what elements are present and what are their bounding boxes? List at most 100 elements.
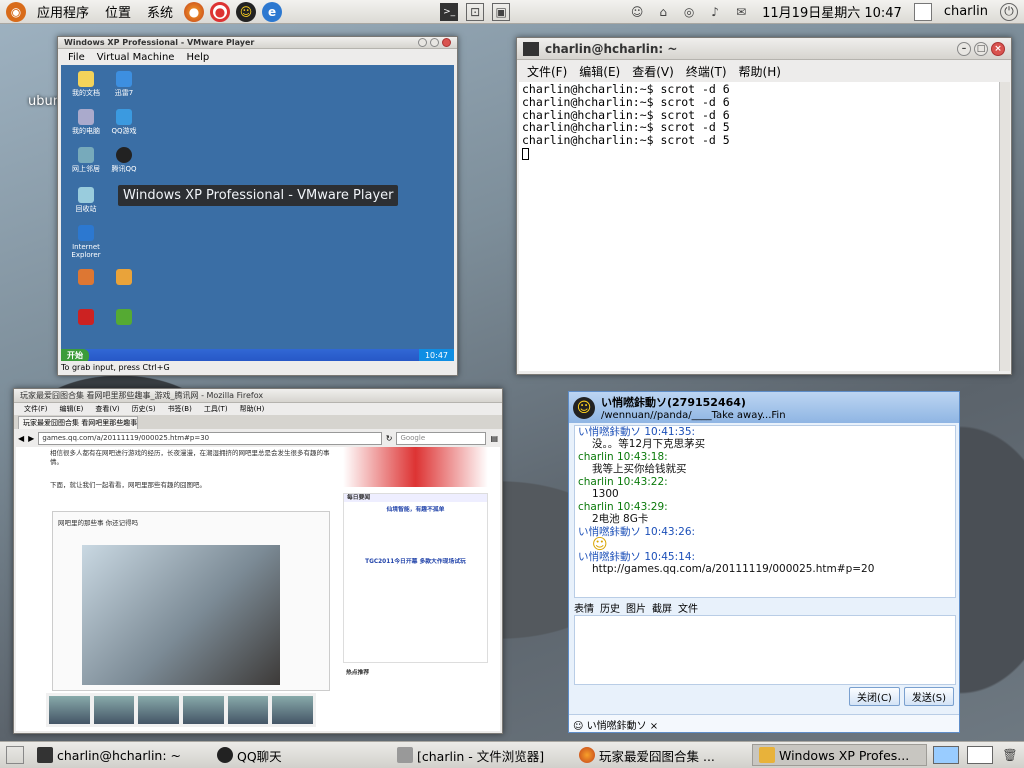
menu-applications[interactable]: 应用程序 xyxy=(29,2,97,21)
user-name[interactable]: charlin xyxy=(936,4,996,19)
vm-desktop-icon[interactable] xyxy=(99,269,149,287)
window-tool-icon[interactable]: ▣ xyxy=(492,2,511,21)
maximize-icon[interactable] xyxy=(430,38,439,47)
firefox-titlebar[interactable]: 玩家最爱囧图合集 看网吧里那些趣事_游戏_腾讯网 - Mozilla Firef… xyxy=(14,389,502,403)
network-icon[interactable]: ⌂ xyxy=(654,3,672,21)
taskbar-item-qq[interactable]: QQ聊天 xyxy=(210,744,388,766)
firefox-tab[interactable]: 玩家最爱囧图合集 看网吧里那些趣事 xyxy=(18,416,138,429)
article-image[interactable] xyxy=(82,545,280,685)
ff-menu-edit[interactable]: 编辑(E) xyxy=(54,404,90,414)
firefox-window[interactable]: 玩家最爱囧图合集 看网吧里那些趣事_游戏_腾讯网 - Mozilla Firef… xyxy=(13,388,503,734)
sidebar-headline[interactable]: TGC2011今日开幕 多款大作现场试玩 xyxy=(344,558,487,566)
workspace-switcher-icon[interactable] xyxy=(933,746,959,764)
sidebar-headline[interactable]: 仙境智能，有趣不孤单 xyxy=(344,506,487,514)
terminal-menu-view[interactable]: 查看(V) xyxy=(626,63,680,80)
history-button[interactable]: 历史 xyxy=(600,600,620,615)
vm-desktop-icon[interactable]: 迅雷7 xyxy=(99,71,149,97)
search-input[interactable]: Google xyxy=(396,431,487,445)
menu-places[interactable]: 位置 xyxy=(97,2,139,21)
ff-menu-help[interactable]: 帮助(H) xyxy=(234,404,271,414)
vm-menu-help[interactable]: Help xyxy=(180,52,215,63)
mail-icon[interactable]: ✉ xyxy=(732,3,750,21)
terminal-launcher-icon[interactable]: >_ xyxy=(440,2,459,21)
file-button[interactable]: 文件 xyxy=(678,600,698,615)
close-icon[interactable]: × xyxy=(991,41,1005,56)
terminal-window[interactable]: charlin@hcharlin: ~ – □ × 文件(F) 编辑(E) 查看(V… xyxy=(516,37,1012,375)
thumbnail-strip[interactable] xyxy=(46,693,316,727)
taskbar-item-firefox[interactable]: 玩家最爱囧图合集 ... xyxy=(572,744,750,766)
vm-guest-screen[interactable]: 我的文档 迅雷7 我的电脑 QQ游戏 回收站 Internet Explorer… xyxy=(61,65,454,363)
message-input[interactable] xyxy=(574,615,956,685)
terminal-titlebar[interactable]: charlin@hcharlin: ~ – □ × xyxy=(517,38,1011,60)
terminal-menu-help[interactable]: 帮助(H) xyxy=(733,63,787,80)
vm-desktop-icon[interactable]: 腾讯QQ xyxy=(99,147,149,173)
firefox-launcher-icon[interactable]: ● xyxy=(184,1,205,22)
ff-menu-view[interactable]: 查看(V) xyxy=(89,404,125,414)
trash-icon[interactable]: 🗑 xyxy=(1001,746,1019,764)
vm-desktop-icon[interactable]: Internet Explorer xyxy=(61,225,111,259)
volume-icon[interactable]: ♪ xyxy=(706,3,724,21)
vm-menu-virtual-machine[interactable]: Virtual Machine xyxy=(91,52,181,63)
back-icon[interactable]: ◀ xyxy=(18,434,24,443)
terminal-scrollbar[interactable] xyxy=(999,82,1010,371)
thumbnail[interactable] xyxy=(227,696,269,724)
terminal-menu-terminal[interactable]: 终端(T) xyxy=(680,63,733,80)
vm-menu-file[interactable]: File xyxy=(62,52,91,63)
minimize-icon[interactable] xyxy=(418,38,427,47)
qq-launcher-icon[interactable]: ☺ xyxy=(236,1,257,22)
thumbnail[interactable] xyxy=(49,696,90,724)
minimize-icon[interactable]: – xyxy=(957,41,971,56)
close-button[interactable]: 关闭(C) xyxy=(849,687,900,706)
screenshot-tool-icon[interactable]: ⊡ xyxy=(466,2,485,21)
ff-menu-bookmarks[interactable]: 书签(B) xyxy=(162,404,198,414)
chat-history[interactable]: い悄嘫鉲動ソ 10:41:35: 没。。等12月下克思茅买 charlin 10:4… xyxy=(574,425,956,598)
vm-desktop-icon[interactable] xyxy=(99,309,149,327)
close-icon[interactable]: × xyxy=(650,721,658,732)
bookmarks-icon[interactable]: ▤ xyxy=(490,434,498,443)
help-launcher-icon[interactable]: ● xyxy=(210,1,231,22)
chat-tab[interactable]: ☺ い悄嘫鉲動ソ × xyxy=(569,714,959,732)
qq-header[interactable]: ☺ い悄嘫鉲動ソ(279152464) /wennuan//panda/____… xyxy=(569,392,959,423)
taskbar-item-vmware[interactable]: Windows XP Profes... xyxy=(752,744,927,766)
close-icon[interactable] xyxy=(442,38,451,47)
web-page[interactable]: 相信很多人都有在网吧进行游戏的经历，长夜漫漫，在潮湿拥挤的网吧里总是会发生很多有… xyxy=(16,447,500,731)
qq-tray-icon[interactable]: ☺ xyxy=(628,3,646,21)
ff-menu-file[interactable]: 文件(F) xyxy=(18,404,54,414)
url-bar[interactable]: games.qq.com/a/20111119/000025.htm#p=30 xyxy=(38,431,382,445)
ff-menu-history[interactable]: 历史(S) xyxy=(126,404,162,414)
ubuntu-logo-icon[interactable]: ◉ xyxy=(6,1,26,22)
emoji-button[interactable]: 表情 xyxy=(574,600,594,615)
thumbnail[interactable] xyxy=(183,696,224,724)
qq-chat-window[interactable]: ☺ い悄嘫鉲動ソ(279152464) /wennuan//panda/____… xyxy=(568,391,960,733)
menu-system[interactable]: 系统 xyxy=(139,2,181,21)
forward-icon[interactable]: ▶ xyxy=(28,434,34,443)
reload-icon[interactable]: ↻ xyxy=(386,434,393,443)
terminal-menu-file[interactable]: 文件(F) xyxy=(521,63,573,80)
terminal-output[interactable]: charlin@hcharlin:~$ scrot -d 6 charlin@hc… xyxy=(519,82,999,371)
power-icon[interactable]: ⏻ xyxy=(1000,2,1018,21)
chat-message-text[interactable]: http://games.qq.com/a/20111119/000025.ht… xyxy=(578,563,952,575)
screenshot-button[interactable]: 截屏 xyxy=(652,600,672,615)
send-button[interactable]: 发送(S) xyxy=(903,687,954,706)
thumbnail[interactable] xyxy=(93,696,135,724)
vm-desktop-icon[interactable]: 回收站 xyxy=(61,187,111,213)
article-paragraph: 下面，就让我们一起看看，网吧里那些有趣的囧图吧。 xyxy=(50,481,206,489)
thumbnail[interactable] xyxy=(138,696,180,724)
image-button[interactable]: 图片 xyxy=(626,600,646,615)
show-desktop-icon[interactable] xyxy=(6,746,24,764)
clock[interactable]: 11月19日星期六 10:47 xyxy=(754,2,910,21)
sidebar-title: 每日要闻 xyxy=(344,494,487,502)
vmware-titlebar[interactable]: Windows XP Professional - VMware Player xyxy=(58,37,457,49)
ff-menu-tools[interactable]: 工具(T) xyxy=(198,404,234,414)
vm-desktop-icon[interactable]: QQ游戏 xyxy=(99,109,149,135)
ie-launcher-icon[interactable]: e xyxy=(262,1,283,22)
taskbar-item-terminal[interactable]: charlin@hcharlin: ~ xyxy=(30,744,208,766)
maximize-icon[interactable]: □ xyxy=(974,41,988,56)
thumbnail[interactable] xyxy=(272,696,314,724)
terminal-menu-edit[interactable]: 编辑(E) xyxy=(573,63,626,80)
workspace-switcher-icon[interactable] xyxy=(967,746,993,764)
taskbar-item-file-browser[interactable]: [charlin - 文件浏览器] xyxy=(390,744,570,766)
vmware-window[interactable]: Windows XP Professional - VMware Player … xyxy=(57,36,458,376)
wifi-icon[interactable]: ◎ xyxy=(680,3,698,21)
sidebar-ad-image[interactable] xyxy=(343,447,488,487)
